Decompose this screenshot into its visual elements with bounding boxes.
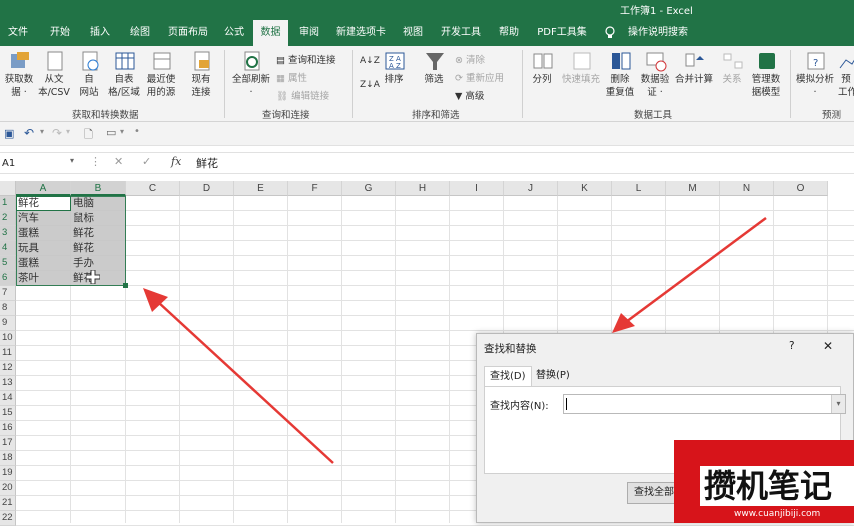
arrow-to-dialog <box>625 216 767 324</box>
watermark-logo: 攒机笔记 www.cuanjibiji.com <box>674 440 854 523</box>
arrow-head <box>612 313 635 333</box>
watermark-text: 攒机笔记 <box>704 467 833 505</box>
arrow-to-range <box>157 301 334 464</box>
watermark-url: www.cuanjibiji.com <box>734 509 821 519</box>
